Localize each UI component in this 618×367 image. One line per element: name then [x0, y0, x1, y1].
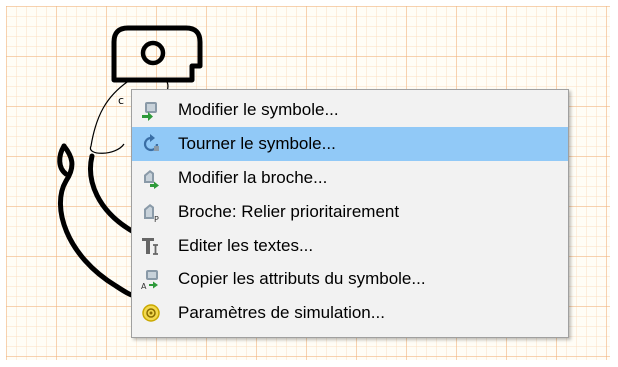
symbol-edit-icon: [138, 97, 164, 123]
menu-item-tourner-symbole[interactable]: Tourner le symbole...: [132, 126, 568, 161]
symbol-top-circle: [140, 40, 166, 66]
svg-text:A: A: [141, 282, 147, 290]
menu-item-label: Broche: Relier prioritairement: [178, 201, 400, 221]
symbol-top-body: [111, 25, 203, 83]
rotate-icon: [138, 131, 164, 157]
menu-item-modifier-symbole[interactable]: Modifier le symbole...: [132, 93, 568, 127]
menu-item-editer-textes[interactable]: Editer les textes...: [132, 229, 568, 263]
menu-item-copier-attributs[interactable]: A Copier les attributs du symbole...: [132, 262, 568, 296]
menu-item-label: Modifier le symbole...: [178, 99, 339, 119]
menu-item-broche-relier[interactable]: P Broche: Relier prioritairement: [132, 195, 568, 229]
copy-attributes-icon: A: [138, 266, 164, 292]
pin-edit-icon: [138, 165, 164, 191]
symbol-thin-wire: [90, 79, 131, 154]
menu-item-label: Copier les attributs du symbole...: [178, 269, 426, 289]
menu-item-label: Tourner le symbole...: [178, 133, 336, 153]
menu-item-parametres-simulation[interactable]: Paramètres de simulation...: [132, 296, 568, 330]
menu-item-modifier-broche[interactable]: Modifier la broche...: [132, 161, 568, 195]
context-menu: Modifier le symbole... Tourner le symbol…: [131, 89, 569, 338]
menu-item-label: Modifier la broche...: [178, 167, 328, 187]
svg-text:P: P: [154, 215, 159, 223]
text-edit-icon: [138, 233, 164, 259]
pin-priority-icon: P: [138, 199, 164, 225]
menu-item-label: Paramètres de simulation...: [178, 303, 385, 323]
symbol-thick-body: [57, 143, 139, 299]
menu-item-label: Editer les textes...: [178, 235, 314, 255]
symbol-thick-body-3: [88, 153, 135, 234]
symbol-pin-marker: c: [118, 94, 124, 107]
simulation-icon: [138, 300, 164, 326]
